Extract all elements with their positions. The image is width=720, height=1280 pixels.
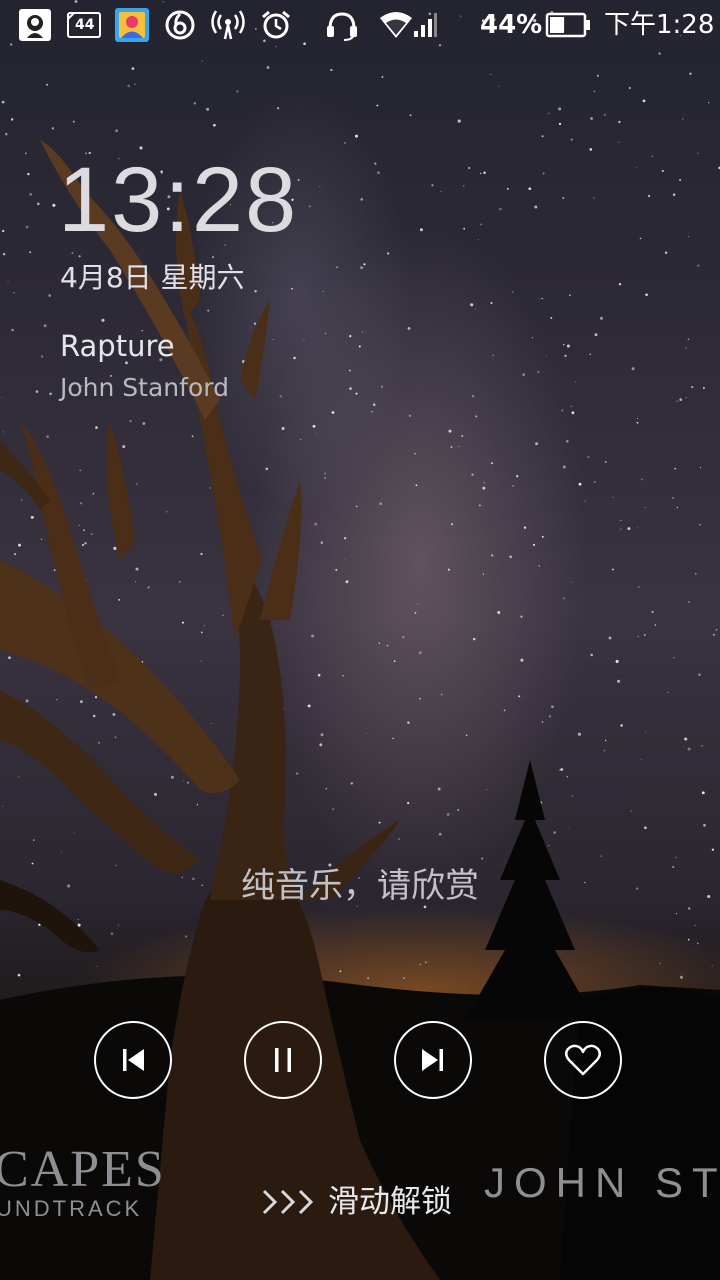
sim-label: 44 bbox=[75, 17, 95, 33]
hotspot-icon bbox=[210, 8, 246, 42]
status-time-text: 下午1:28 bbox=[604, 10, 715, 40]
photo-app-icon bbox=[114, 8, 150, 42]
lyric-line: 纯音乐，请欣赏 bbox=[241, 866, 479, 906]
headset-icon bbox=[324, 8, 360, 42]
previous-button[interactable] bbox=[94, 1021, 172, 1099]
unlock-label: 滑动解锁 bbox=[328, 1184, 452, 1220]
lock-screen: 44 44% 下午1:28 13:28 4月8日 星期六 Rapture Joh… bbox=[0, 0, 720, 1280]
pause-icon bbox=[275, 1048, 291, 1072]
triple-chevron-right-icon bbox=[262, 1189, 314, 1215]
music-app-icon bbox=[164, 8, 196, 42]
next-button[interactable] bbox=[394, 1021, 472, 1099]
sim-4g-icon: 44 bbox=[66, 8, 102, 42]
heart-icon bbox=[565, 1044, 601, 1076]
cellular-signal-icon bbox=[412, 8, 438, 42]
alarm-icon bbox=[260, 8, 292, 42]
lock-date: 4月8日 星期六 bbox=[60, 261, 245, 294]
song-artist: John Stanford bbox=[60, 373, 229, 402]
pause-button[interactable] bbox=[244, 1021, 322, 1099]
lock-clock: 13:28 bbox=[58, 149, 299, 251]
album-art-subtext-left: UNDTRACK bbox=[0, 1196, 143, 1221]
status-time: 下午1:28 bbox=[604, 8, 714, 42]
next-icon bbox=[422, 1049, 443, 1071]
battery-icon bbox=[545, 8, 591, 42]
album-art-text-right: JOHN STA bbox=[484, 1159, 720, 1206]
previous-icon bbox=[123, 1049, 144, 1071]
app-notification-icon bbox=[18, 8, 52, 42]
favorite-button[interactable] bbox=[544, 1021, 622, 1099]
album-art-text-left: CAPES bbox=[0, 1141, 166, 1198]
song-title: Rapture bbox=[60, 329, 175, 363]
wifi-icon bbox=[378, 8, 414, 42]
slide-to-unlock[interactable]: 滑动解锁 bbox=[260, 1180, 452, 1224]
battery-percent: 44% bbox=[480, 10, 543, 40]
status-bar: 44 44% 下午1:28 bbox=[0, 0, 720, 50]
